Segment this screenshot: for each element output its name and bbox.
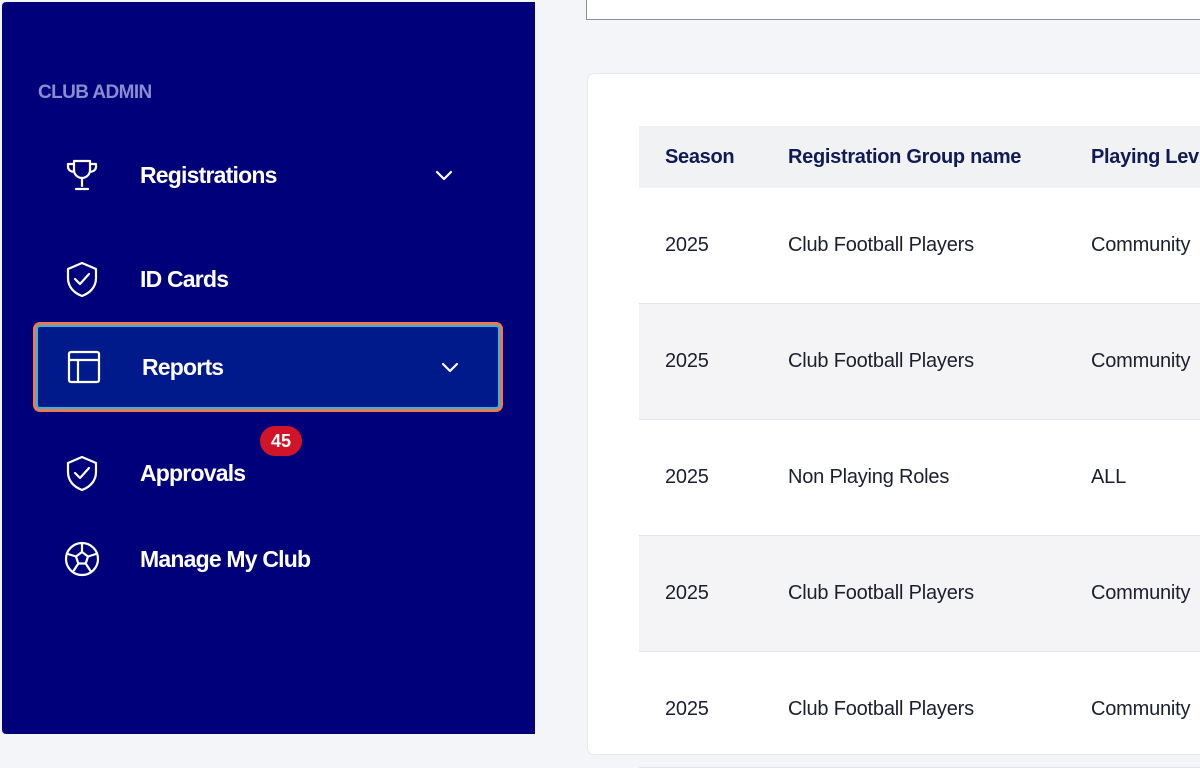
cell-registration-group: Club Football Players: [788, 698, 974, 720]
chevron-down-icon[interactable]: [438, 355, 462, 379]
registrations-table: Season Registration Group name Playing L…: [639, 126, 1200, 768]
table-row[interactable]: 2025 Non Playing Roles ALL: [639, 420, 1200, 536]
cell-season: 2025: [665, 466, 709, 488]
column-header-playing-level[interactable]: Playing Lev: [1091, 126, 1199, 188]
cell-season: 2025: [665, 698, 709, 720]
football-icon: [62, 539, 102, 579]
cell-registration-group: Club Football Players: [788, 582, 974, 604]
sidebar-item-label: ID Cards: [140, 265, 229, 292]
cell-playing-level: Community: [1091, 698, 1191, 720]
sidebar-item-manage-my-club[interactable]: Manage My Club: [38, 518, 498, 600]
section-label-club-admin: CLUB ADMIN: [38, 82, 152, 103]
registrations-table-card: Season Registration Group name Playing L…: [588, 74, 1200, 768]
column-header-registration-group-name[interactable]: Registration Group name: [788, 126, 1021, 188]
cell-playing-level: Community: [1091, 350, 1191, 372]
sidebar-item-label: Approvals: [140, 459, 246, 486]
sidebar-item-reports[interactable]: Reports: [36, 325, 500, 409]
approvals-count-badge: 45: [260, 426, 302, 456]
table-row[interactable]: 2025 Club Football Players Community: [639, 304, 1200, 420]
cell-season: 2025: [665, 234, 709, 256]
sidebar-item-label: Registrations: [140, 161, 277, 188]
cell-season: 2025: [665, 350, 709, 372]
cell-playing-level: Community: [1091, 234, 1191, 256]
shield-check-icon: [62, 453, 102, 493]
cell-registration-group: Club Football Players: [788, 350, 974, 372]
cell-registration-group: Club Football Players: [788, 234, 974, 256]
sidebar-item-label: Manage My Club: [140, 545, 311, 572]
chevron-down-icon[interactable]: [432, 163, 456, 187]
sidebar-item-registrations[interactable]: Registrations: [38, 134, 498, 216]
search-field[interactable]: [586, 0, 1200, 20]
table-header: Season Registration Group name Playing L…: [639, 126, 1200, 188]
cell-playing-level: ALL: [1091, 466, 1126, 488]
layout-icon: [64, 347, 104, 387]
cell-season: 2025: [665, 582, 709, 604]
sidebar-item-label: Reports: [142, 353, 224, 380]
shield-check-icon: [62, 259, 102, 299]
sidebar-item-approvals[interactable]: Approvals 45: [38, 426, 498, 514]
cell-registration-group: Non Playing Roles: [788, 466, 950, 488]
sidebar: CLUB ADMIN Registrations ID Cards Report…: [2, 2, 535, 734]
table-row[interactable]: 2025 Club Football Players Community: [639, 652, 1200, 768]
table-row[interactable]: 2025 Club Football Players Community: [639, 188, 1200, 304]
trophy-icon: [62, 155, 102, 195]
cell-playing-level: Community: [1091, 582, 1191, 604]
table-row[interactable]: 2025 Club Football Players Community: [639, 536, 1200, 652]
column-header-season[interactable]: Season: [665, 126, 735, 188]
sidebar-item-id-cards[interactable]: ID Cards: [38, 238, 498, 320]
